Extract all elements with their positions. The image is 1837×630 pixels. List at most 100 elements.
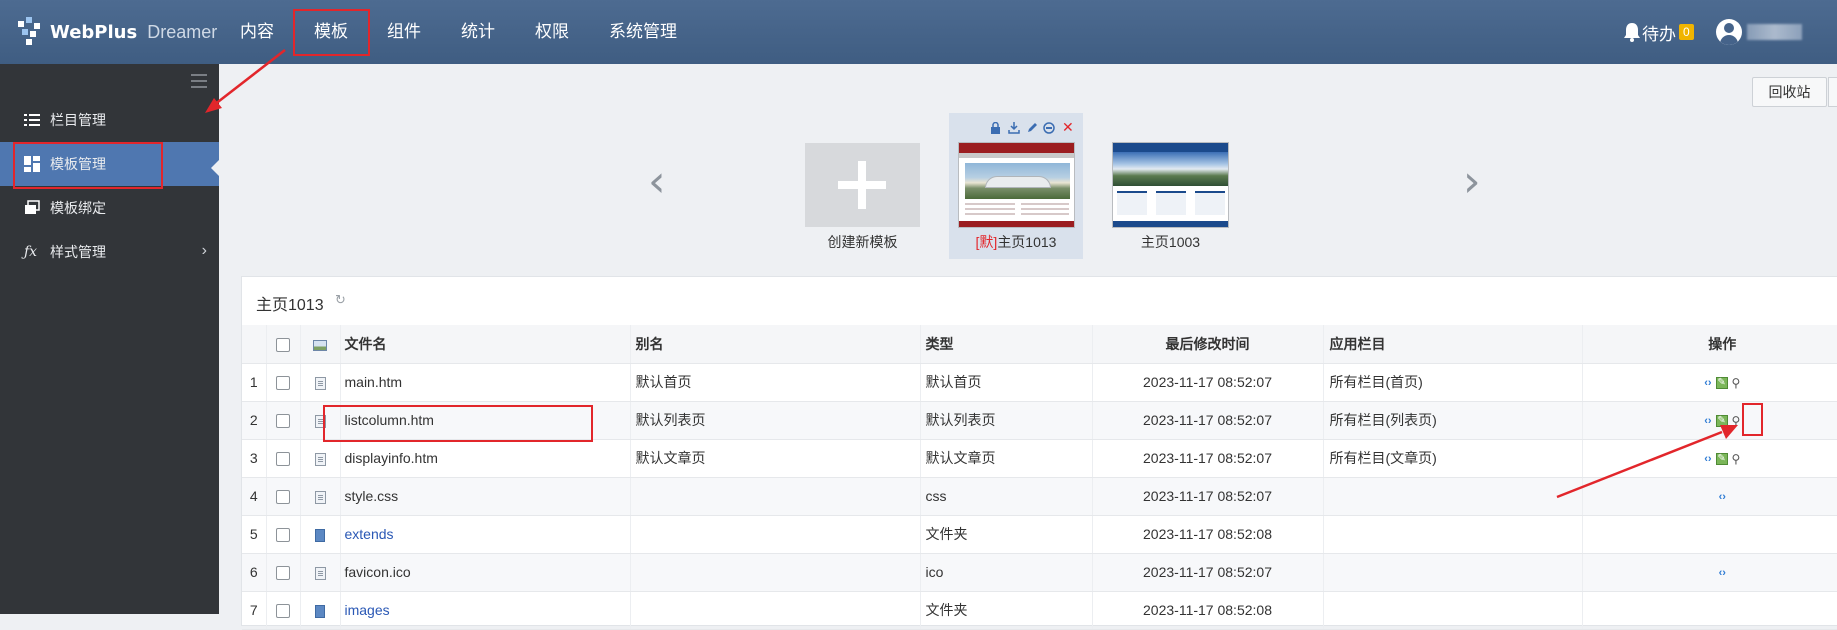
carousel-next-icon[interactable]: › xyxy=(1463,160,1481,204)
todo-label: 待办 xyxy=(1642,24,1676,44)
file-type: 默认首页 xyxy=(919,363,1092,402)
logo[interactable]: WebPlus Dreamer xyxy=(12,14,217,50)
row-select[interactable] xyxy=(265,363,300,402)
row-checkbox[interactable] xyxy=(276,528,290,543)
table-row[interactable]: 3 displayinfo.htm 默认文章页 默认文章页 2023-11-17 08:… xyxy=(242,439,1837,478)
file-name[interactable]: favicon.ico xyxy=(339,553,630,592)
row-checkbox[interactable] xyxy=(276,604,290,619)
todo-button[interactable]: 待办 0 xyxy=(1622,18,1694,46)
sidebar-item-label: 模板绑定 xyxy=(50,200,106,216)
nav-content[interactable]: 内容 xyxy=(240,0,274,64)
create-template-button[interactable] xyxy=(805,143,920,227)
file-alias xyxy=(629,553,920,592)
source-code-icon[interactable]: ‹› xyxy=(1704,415,1711,427)
select-all-checkbox[interactable] xyxy=(276,337,290,352)
file-alias: 默认列表页 xyxy=(629,401,920,440)
user-avatar-icon[interactable] xyxy=(1716,19,1742,45)
recycle-bin-button[interactable]: 回收站 xyxy=(1752,77,1827,107)
row-select[interactable] xyxy=(265,439,300,478)
row-checkbox[interactable] xyxy=(276,490,290,505)
lock-icon[interactable] xyxy=(990,121,1001,137)
header-thumbnail xyxy=(299,325,340,364)
sidebar-item-template-binding[interactable]: 模板绑定 xyxy=(0,186,219,230)
file-name[interactable]: main.htm xyxy=(339,363,630,402)
modified-time: 2023-11-17 08:52:07 xyxy=(1091,553,1323,592)
file-name[interactable]: extends xyxy=(339,515,630,554)
header-applied-columns[interactable]: 应用栏目 xyxy=(1322,325,1582,364)
username-redacted[interactable] xyxy=(1747,24,1802,40)
row-checkbox[interactable] xyxy=(276,376,290,391)
collapse-sidebar-icon[interactable] xyxy=(191,74,207,88)
sidebar-item-style-management[interactable]: ƒx 样式管理 › xyxy=(0,230,219,274)
nav-statistics[interactable]: 统计 xyxy=(461,0,495,64)
source-code-icon[interactable]: ‹› xyxy=(1704,453,1711,465)
folder-icon xyxy=(315,604,325,618)
edit-icon[interactable]: ✎ xyxy=(1715,415,1728,428)
file-alias xyxy=(629,515,920,554)
edit-icon[interactable]: ✎ xyxy=(1715,377,1728,390)
file-name[interactable]: displayinfo.htm xyxy=(339,439,630,478)
file-type: ico xyxy=(919,553,1092,592)
refresh-icon[interactable]: ↻ xyxy=(335,292,346,308)
bell-icon xyxy=(1624,23,1640,42)
file-name[interactable]: style.css xyxy=(339,477,630,516)
row-actions: ‹› ✎ ⚲ xyxy=(1581,401,1837,440)
modified-time: 2023-11-17 08:52:07 xyxy=(1091,477,1323,516)
template-thumbnail-1003[interactable] xyxy=(1112,142,1229,228)
sidebar-item-column-management[interactable]: 栏目管理 xyxy=(0,98,219,142)
preview-magnifier-icon[interactable]: ⚲ xyxy=(1732,414,1741,428)
nav-permission[interactable]: 权限 xyxy=(535,0,569,64)
create-template-label: 创建新模板 xyxy=(827,234,898,250)
edit-pencil-icon[interactable] xyxy=(1026,122,1038,137)
row-select[interactable] xyxy=(265,401,300,440)
file-name[interactable]: images xyxy=(339,591,630,630)
source-code-icon[interactable]: ‹› xyxy=(1719,567,1726,579)
file-alias: 默认文章页 xyxy=(629,439,920,478)
header-alias[interactable]: 别名 xyxy=(629,325,920,364)
nav-system-management[interactable]: 系统管理 xyxy=(609,0,677,64)
row-select[interactable] xyxy=(265,477,300,516)
source-code-icon[interactable]: ‹› xyxy=(1704,377,1711,389)
download-icon[interactable] xyxy=(1008,122,1020,137)
header-index xyxy=(242,325,266,364)
row-index: 3 xyxy=(242,439,266,478)
header-type[interactable]: 类型 xyxy=(919,325,1092,364)
table-row[interactable]: 5 extends 文件夹 2023-11-17 08:52:08 xyxy=(242,515,1837,554)
table-row[interactable]: 7 images 文件夹 2023-11-17 08:52:08 xyxy=(242,591,1837,630)
header-modified-time[interactable]: 最后修改时间 xyxy=(1091,325,1323,364)
applied-columns xyxy=(1322,477,1582,516)
default-tag: [默] xyxy=(975,234,998,250)
row-select[interactable] xyxy=(265,591,300,630)
file-alias xyxy=(629,477,920,516)
file-alias xyxy=(629,591,920,630)
row-select[interactable] xyxy=(265,553,300,592)
table-row[interactable]: 1 main.htm 默认首页 默认首页 2023-11-17 08:52:07 所有栏目… xyxy=(242,363,1837,402)
file-type: 文件夹 xyxy=(919,515,1092,554)
edit-icon[interactable]: ✎ xyxy=(1715,453,1728,466)
delete-x-icon[interactable]: ✕ xyxy=(1062,119,1074,136)
sidebar-item-label: 样式管理 xyxy=(50,244,106,260)
row-select[interactable] xyxy=(265,515,300,554)
template-thumbnail-1013[interactable] xyxy=(958,142,1075,228)
header-filename[interactable]: 文件名 xyxy=(339,325,630,364)
preview-magnifier-icon[interactable]: ⚲ xyxy=(1732,376,1741,390)
row-checkbox[interactable] xyxy=(276,414,290,429)
row-type-icon xyxy=(299,439,340,478)
carousel-prev-icon[interactable]: ‹ xyxy=(648,160,666,204)
header-select-all[interactable] xyxy=(265,325,300,364)
row-checkbox[interactable] xyxy=(276,452,290,467)
table-row[interactable]: 4 style.css css 2023-11-17 08:52:07 ‹› xyxy=(242,477,1837,516)
preview-magnifier-icon[interactable]: ⚲ xyxy=(1732,452,1741,466)
row-type-icon xyxy=(299,515,340,554)
toolbar-more-button[interactable] xyxy=(1828,77,1837,107)
fx-icon: ƒx xyxy=(24,244,38,260)
applied-columns: 所有栏目(列表页) xyxy=(1322,401,1582,440)
row-index: 5 xyxy=(242,515,266,554)
source-code-icon[interactable]: ‹› xyxy=(1719,491,1726,503)
row-checkbox[interactable] xyxy=(276,566,290,581)
logo-mark-icon xyxy=(12,15,46,49)
active-item-notch xyxy=(211,160,219,176)
nav-component[interactable]: 组件 xyxy=(387,0,421,64)
no-entry-icon[interactable] xyxy=(1043,122,1055,137)
table-row[interactable]: 6 favicon.ico ico 2023-11-17 08:52:07 ‹› xyxy=(242,553,1837,592)
